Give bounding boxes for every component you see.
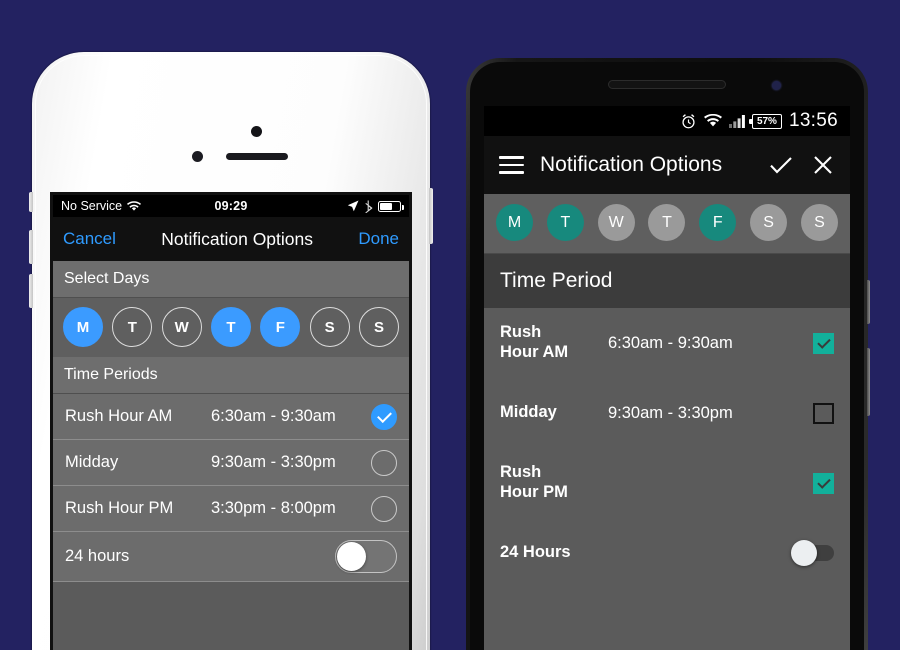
day-toggle-sun[interactable]: S	[358, 307, 399, 347]
day-toggle-thu[interactable]: T	[648, 204, 686, 241]
period-time: 9:30am - 3:30pm	[608, 403, 733, 422]
iphone-device: No Service 09:29 Cancel Notification Opt…	[29, 52, 433, 650]
battery-percent-badge: 57%	[748, 113, 782, 129]
select-days-header: Select Days	[53, 261, 409, 298]
close-x-icon[interactable]	[811, 153, 835, 177]
time-period-header: Time Period	[484, 254, 850, 308]
volume-rocker-button[interactable]	[867, 348, 870, 416]
android-screen: 57% 13:56 Notification Options M T W T F	[484, 106, 850, 650]
wifi-icon	[703, 114, 722, 127]
period-checkbox-checked-icon[interactable]	[813, 472, 834, 494]
period-name: Rush Hour PM	[65, 499, 174, 517]
done-button[interactable]: Done	[358, 229, 399, 249]
page-title: Notification Options	[540, 153, 723, 176]
day-toggle-mon[interactable]: M	[496, 204, 533, 241]
android-status-bar: 57% 13:56	[484, 106, 850, 136]
page-title: Notification Options	[161, 228, 314, 249]
day-toggle-sun[interactable]: S	[800, 204, 838, 241]
period-name: Rush Hour PM	[500, 463, 568, 501]
battery-icon	[378, 200, 404, 212]
ringer-switch[interactable]	[29, 192, 33, 212]
cell-signal-icon	[728, 115, 745, 128]
period-time: 6:30am - 9:30am	[608, 333, 733, 352]
hamburger-menu-icon[interactable]	[499, 156, 524, 174]
day-toggle-sat[interactable]: S	[750, 204, 788, 241]
toggle-knob	[791, 540, 817, 566]
cancel-button[interactable]: Cancel	[63, 229, 116, 249]
toggle-knob	[337, 542, 366, 571]
android-day-selector: M T W T F S S	[484, 194, 850, 254]
time-period-row-rush-am[interactable]: Rush Hour AM 6:30am - 9:30am	[53, 394, 409, 440]
day-toggle-mon[interactable]: M	[63, 307, 103, 347]
time-period-row-midday[interactable]: Midday 9:30am - 3:30pm	[53, 440, 409, 486]
front-camera-icon	[251, 126, 262, 137]
day-toggle-fri[interactable]: F	[260, 307, 301, 347]
location-arrow-icon	[347, 200, 359, 212]
period-time: 3:30pm - 8:00pm	[211, 499, 336, 517]
proximity-sensor-icon	[192, 151, 203, 162]
period-time: 6:30am - 9:30am	[211, 407, 336, 425]
alarm-clock-icon	[682, 113, 695, 128]
ios-day-selector: M T W T F S S	[53, 298, 409, 357]
day-toggle-wed[interactable]: W	[161, 307, 202, 347]
android-device: 57% 13:56 Notification Options M T W T F	[466, 58, 870, 650]
iphone-screen: No Service 09:29 Cancel Notification Opt…	[50, 192, 412, 650]
all-day-row[interactable]: 24 Hours	[484, 518, 850, 588]
check-icon[interactable]	[767, 153, 795, 177]
all-day-toggle[interactable]	[335, 540, 397, 573]
day-toggle-fri[interactable]: F	[699, 204, 737, 241]
power-button[interactable]	[429, 188, 433, 244]
period-name: Rush Hour AM	[500, 323, 569, 361]
period-radio-checked-icon[interactable]	[371, 403, 397, 430]
ios-nav-bar: Cancel Notification Options Done	[53, 217, 409, 261]
all-day-label: 24 Hours	[500, 543, 571, 562]
all-day-row[interactable]: 24 hours	[53, 532, 409, 582]
android-clock: 13:56	[788, 110, 838, 131]
time-period-row-rush-pm[interactable]: Rush Hour PM	[484, 448, 850, 518]
period-name: Rush Hour AM	[65, 407, 173, 425]
volume-down-button[interactable]	[29, 274, 33, 308]
time-period-row-rush-am[interactable]: Rush Hour AM 6:30am - 9:30am	[484, 308, 850, 378]
all-day-toggle[interactable]	[791, 540, 834, 566]
time-period-row-midday[interactable]: Midday 9:30am - 3:30pm	[484, 378, 850, 448]
period-radio-icon[interactable]	[371, 495, 397, 522]
period-name: Midday	[65, 453, 119, 471]
day-toggle-wed[interactable]: W	[597, 204, 635, 241]
all-day-label: 24 hours	[65, 547, 130, 565]
day-toggle-thu[interactable]: T	[210, 307, 251, 347]
front-camera-icon	[772, 81, 781, 90]
volume-up-button[interactable]	[29, 230, 33, 264]
bluetooth-icon	[365, 200, 373, 213]
period-radio-icon[interactable]	[371, 449, 397, 476]
power-button[interactable]	[867, 280, 870, 324]
screenshot-stage: No Service 09:29 Cancel Notification Opt…	[0, 0, 900, 650]
time-period-row-rush-pm[interactable]: Rush Hour PM 3:30pm - 8:00pm	[53, 486, 409, 532]
day-toggle-sat[interactable]: S	[309, 307, 350, 347]
period-name: Midday	[500, 403, 557, 422]
day-toggle-tue[interactable]: T	[112, 307, 153, 347]
time-periods-header: Time Periods	[53, 357, 409, 394]
period-time: 9:30am - 3:30pm	[211, 453, 336, 471]
earpiece-speaker	[608, 80, 726, 89]
android-toolbar: Notification Options	[484, 136, 850, 194]
period-checkbox-icon[interactable]	[813, 402, 834, 424]
earpiece-speaker	[226, 153, 288, 160]
status-right	[347, 200, 404, 213]
period-checkbox-checked-icon[interactable]	[813, 332, 834, 354]
ios-status-bar: No Service 09:29	[53, 195, 409, 217]
day-toggle-tue[interactable]: T	[546, 204, 584, 241]
